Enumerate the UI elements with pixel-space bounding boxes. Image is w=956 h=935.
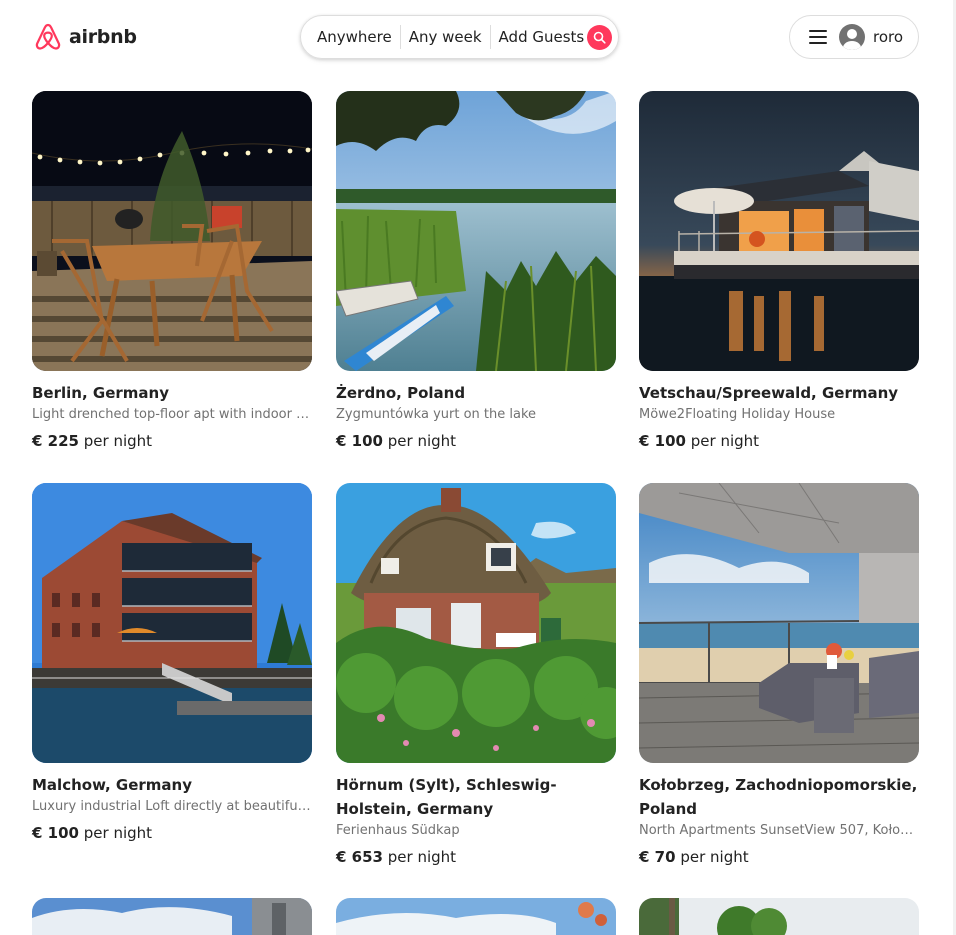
listing-card[interactable] — [336, 898, 616, 935]
listing-price: € 70 per night — [639, 847, 919, 867]
price-amount: € 70 — [639, 848, 676, 866]
listing-photo[interactable] — [639, 898, 919, 935]
price-amount: € 225 — [32, 432, 79, 450]
listing-price: € 653 per night — [336, 847, 616, 867]
price-amount: € 100 — [639, 432, 686, 450]
price-unit: per night — [680, 848, 749, 866]
listing-photo[interactable] — [336, 483, 616, 763]
price-unit: per night — [83, 824, 153, 842]
listing-price: € 100 per night — [336, 431, 616, 451]
listing-description: North Apartments SunsetView 507, Kołobrz… — [639, 823, 919, 838]
listing-card[interactable]: Kołobrzeg, Zachodniopomorskie, Poland No… — [639, 483, 919, 867]
listing-description: Zygmuntówka yurt on the lake — [336, 407, 537, 422]
listing-price: € 225 per night — [32, 431, 312, 451]
airbnb-logo-icon — [35, 23, 61, 50]
listing-photo[interactable] — [336, 91, 616, 371]
search-bar[interactable]: Anywhere Any week Add Guests — [300, 15, 619, 59]
listing-description: Ferienhaus Südkap — [336, 823, 460, 838]
listing-card[interactable] — [639, 898, 919, 935]
search-button[interactable] — [587, 25, 612, 50]
listing-card[interactable] — [32, 898, 312, 935]
listing-card[interactable]: Vetschau/Spreewald, Germany Möwe2Floatin… — [639, 91, 919, 451]
price-unit: per night — [387, 432, 457, 450]
listing-image-partial — [336, 898, 616, 935]
price-amount: € 100 — [336, 432, 383, 450]
top-navbar: airbnb Anywhere Any week Add Guests roro — [0, 0, 956, 78]
listing-card[interactable]: Hörnum (Sylt), Schleswig-Holstein, Germa… — [336, 483, 616, 867]
brand-name: airbnb — [69, 26, 137, 48]
price-unit: per night — [690, 432, 760, 450]
listing-description: Luxury industrial Loft directly at beaut… — [32, 799, 312, 814]
listing-photo[interactable] — [639, 483, 919, 763]
listing-image-thatched-cottage — [336, 483, 616, 763]
user-avatar-icon — [839, 24, 865, 50]
search-divider — [489, 25, 491, 49]
listing-location: Żerdno, Poland — [336, 384, 466, 402]
listing-image-partial — [639, 898, 919, 935]
price-unit: per night — [387, 848, 457, 866]
listing-location: Vetschau/Spreewald, Germany — [639, 384, 899, 402]
price-amount: € 100 — [32, 824, 79, 842]
listing-photo[interactable] — [32, 483, 312, 763]
listing-image-balcony-sea — [639, 483, 919, 763]
listing-image-brick-building — [32, 483, 312, 763]
listing-location: Kołobrzeg, Zachodniopomorskie, Poland — [639, 776, 918, 818]
search-icon — [593, 31, 606, 44]
listing-image-houseboat — [639, 91, 919, 371]
listing-price: € 100 per night — [639, 431, 919, 451]
menu-icon — [809, 30, 827, 44]
airbnb-logo[interactable]: airbnb — [34, 22, 137, 52]
listing-description: Light drenched top-floor apt with indoor… — [32, 407, 312, 422]
price-unit: per night — [83, 432, 153, 450]
listing-description: Möwe2Floating Holiday House — [639, 407, 836, 422]
user-menu-button[interactable]: roro — [789, 15, 919, 59]
price-amount: € 653 — [336, 848, 383, 866]
listing-image-lake — [336, 91, 616, 371]
listing-image-partial — [32, 898, 312, 935]
listing-image-terrace — [32, 91, 312, 371]
listing-photo[interactable] — [32, 898, 312, 935]
listing-card[interactable]: Żerdno, Poland Zygmuntówka yurt on the l… — [336, 91, 616, 451]
listing-location: Berlin, Germany — [32, 384, 169, 402]
search-dates[interactable]: Any week — [409, 28, 482, 46]
listing-card[interactable]: Berlin, Germany Light drenched top-floor… — [32, 91, 312, 451]
listing-photo[interactable] — [336, 898, 616, 935]
search-divider — [399, 25, 401, 49]
listing-photo[interactable] — [32, 91, 312, 371]
listing-photo[interactable] — [639, 91, 919, 371]
search-location[interactable]: Anywhere — [317, 28, 392, 46]
listing-card[interactable]: Malchow, Germany Luxury industrial Loft … — [32, 483, 312, 843]
username: roro — [873, 28, 904, 46]
search-guests[interactable]: Add Guests — [499, 28, 585, 46]
listing-location: Malchow, Germany — [32, 776, 192, 794]
listing-price: € 100 per night — [32, 823, 312, 843]
listing-location: Hörnum (Sylt), Schleswig-Holstein, Germa… — [336, 776, 557, 818]
